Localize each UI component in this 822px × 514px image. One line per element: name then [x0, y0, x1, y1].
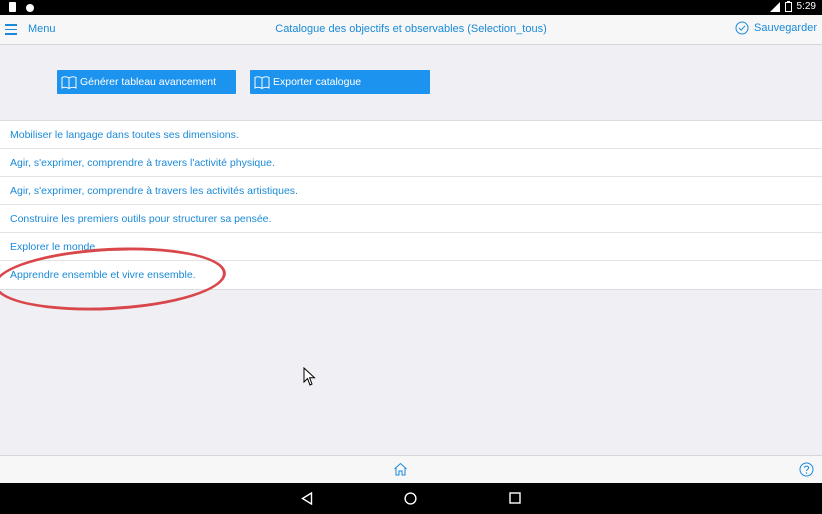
back-icon[interactable] [301, 492, 313, 505]
list-item[interactable]: Explorer le monde. [0, 233, 822, 261]
list-item[interactable]: Agir, s'exprimer, comprendre à travers l… [0, 177, 822, 205]
status-time: 5:29 [796, 1, 816, 12]
home-circle-icon[interactable] [404, 492, 417, 505]
book-icon [254, 75, 270, 89]
list-item[interactable]: Apprendre ensemble et vivre ensemble. [0, 261, 822, 289]
export-catalogue-button[interactable]: Exporter catalogue [250, 70, 430, 94]
nav-bar: Menu Catalogue des objectifs et observab… [0, 15, 822, 45]
mouse-cursor-icon [303, 367, 316, 386]
bottom-bar [0, 455, 822, 484]
save-label: Sauvegarder [754, 22, 817, 34]
signal-icon [769, 1, 780, 12]
book-icon [61, 75, 77, 89]
recents-icon[interactable] [509, 492, 521, 504]
status-bar: 5:29 [0, 0, 822, 15]
export-label: Exporter catalogue [273, 76, 362, 88]
generate-progress-table-button[interactable]: Générer tableau avancement [57, 70, 236, 94]
android-icon [26, 4, 34, 12]
check-circle-icon [735, 21, 749, 35]
page-title: Catalogue des objectifs et observables (… [275, 23, 547, 35]
system-nav-bar [0, 483, 822, 514]
list-item[interactable]: Agir, s'exprimer, comprendre à travers l… [0, 149, 822, 177]
notification-icon [9, 2, 16, 12]
save-button[interactable]: Sauvegarder [735, 21, 817, 35]
list-item[interactable]: Construire les premiers outils pour stru… [0, 205, 822, 233]
domain-list: Mobiliser le langage dans toutes ses dim… [0, 120, 822, 290]
help-icon[interactable] [799, 462, 814, 477]
home-icon[interactable] [393, 462, 408, 476]
battery-icon [784, 1, 792, 12]
list-item[interactable]: Mobiliser le langage dans toutes ses dim… [0, 121, 822, 149]
generate-label: Générer tableau avancement [80, 76, 217, 88]
